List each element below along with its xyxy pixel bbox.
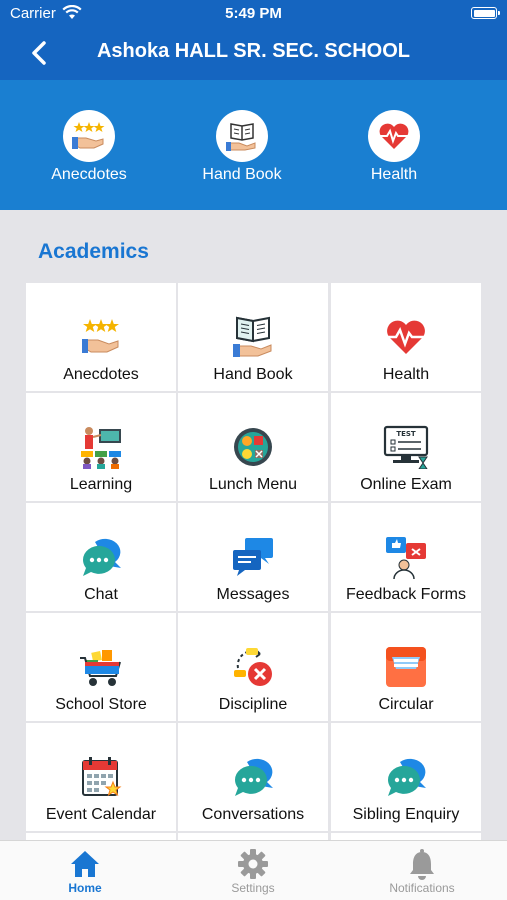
status-bar: Carrier 5:49 PM <box>0 0 507 28</box>
tile-anecdotes[interactable]: Anecdotes <box>26 283 176 391</box>
tile-chat[interactable]: Chat <box>26 503 176 611</box>
tile-conversations[interactable]: Conversations <box>178 723 328 831</box>
quick-link-label: Anecdotes <box>51 166 127 183</box>
anecdotes-icon <box>72 122 105 149</box>
quick-link-label: Hand Book <box>202 166 282 183</box>
academics-grid: Anecdotes Hand Book Health Learning Lunc… <box>26 283 481 840</box>
lunch-menu-icon <box>234 428 272 466</box>
section-title: Academics <box>38 240 149 263</box>
learning-icon <box>81 427 121 469</box>
feedback-forms-icon <box>386 537 426 579</box>
tile-label: Health <box>382 366 430 383</box>
quick-links-banner: Anecdotes Hand Book Health <box>0 80 507 210</box>
tile-label: Feedback Forms <box>345 586 467 603</box>
tile-learning[interactable]: Learning <box>26 393 176 501</box>
anecdotes-icon <box>82 319 119 353</box>
tile-messages[interactable]: Messages <box>178 503 328 611</box>
settings-icon <box>238 849 268 879</box>
tile-school-store[interactable]: School Store <box>26 613 176 721</box>
home-icon <box>71 851 99 877</box>
tile-label: Online Exam <box>360 476 452 493</box>
tile-label: Hand Book <box>213 366 293 383</box>
handbook-icon <box>226 123 256 151</box>
quick-link-label: Health <box>370 166 418 183</box>
tile-lunch-menu[interactable]: Lunch Menu <box>178 393 328 501</box>
handbook-icon <box>233 316 272 357</box>
tile-label: Sibling Enquiry <box>352 806 460 823</box>
tab-bar: Home Settings Notifications <box>0 840 507 900</box>
tile-partial[interactable] <box>178 833 328 840</box>
tile-partial[interactable] <box>331 833 481 840</box>
conversations-icon <box>234 758 273 796</box>
circular-icon <box>386 647 426 687</box>
tile-partial[interactable] <box>26 833 176 840</box>
page-title: Ashoka HALL SR. SEC. SCHOOL <box>96 40 410 62</box>
tile-online-exam[interactable]: TEST Online Exam <box>331 393 481 501</box>
tile-discipline[interactable]: Discipline <box>178 613 328 721</box>
sibling-enquiry-icon <box>387 758 426 796</box>
nav-bar: Ashoka HALL SR. SEC. SCHOOL <box>0 28 507 80</box>
tab-settings[interactable]: Settings <box>188 847 318 895</box>
tile-label: Conversations <box>201 806 305 823</box>
tab-label: Home <box>68 881 102 895</box>
tile-label: Anecdotes <box>63 366 139 383</box>
tile-label: Messages <box>216 586 290 603</box>
tile-label: School Store <box>55 696 147 713</box>
tab-label: Notifications <box>389 881 455 895</box>
messages-icon <box>233 538 273 576</box>
tile-feedback-forms[interactable]: Feedback Forms <box>331 503 481 611</box>
status-time: 5:49 PM <box>225 5 282 22</box>
tile-label: Event Calendar <box>45 806 157 823</box>
tile-label: Learning <box>69 476 133 493</box>
chat-icon <box>82 538 121 576</box>
tile-label: Lunch Menu <box>208 476 298 493</box>
quick-link-health[interactable]: Health <box>334 110 454 184</box>
svg-text:TEST: TEST <box>396 430 416 438</box>
tile-circular[interactable]: Circular <box>331 613 481 721</box>
tab-label: Settings <box>231 881 275 895</box>
quick-link-handbook[interactable]: Hand Book <box>182 110 302 184</box>
tab-notifications[interactable]: Notifications <box>357 847 487 895</box>
event-calendar-icon <box>82 757 122 797</box>
tile-label: Discipline <box>218 696 288 713</box>
quick-link-anecdotes[interactable]: Anecdotes <box>29 110 149 184</box>
tile-label: Chat <box>84 586 118 603</box>
bell-icon <box>410 849 434 880</box>
tab-home[interactable]: Home <box>20 847 150 895</box>
health-icon <box>386 320 426 354</box>
tile-handbook[interactable]: Hand Book <box>178 283 328 391</box>
tile-label: Circular <box>378 696 434 713</box>
tile-sibling-enquiry[interactable]: Sibling Enquiry <box>331 723 481 831</box>
discipline-icon <box>234 648 272 686</box>
tile-event-calendar[interactable]: Event Calendar <box>26 723 176 831</box>
battery-icon <box>471 7 500 19</box>
health-icon <box>379 123 409 149</box>
tile-health[interactable]: Health <box>331 283 481 391</box>
school-store-icon <box>80 650 121 686</box>
online-exam-icon: TEST <box>383 425 429 469</box>
